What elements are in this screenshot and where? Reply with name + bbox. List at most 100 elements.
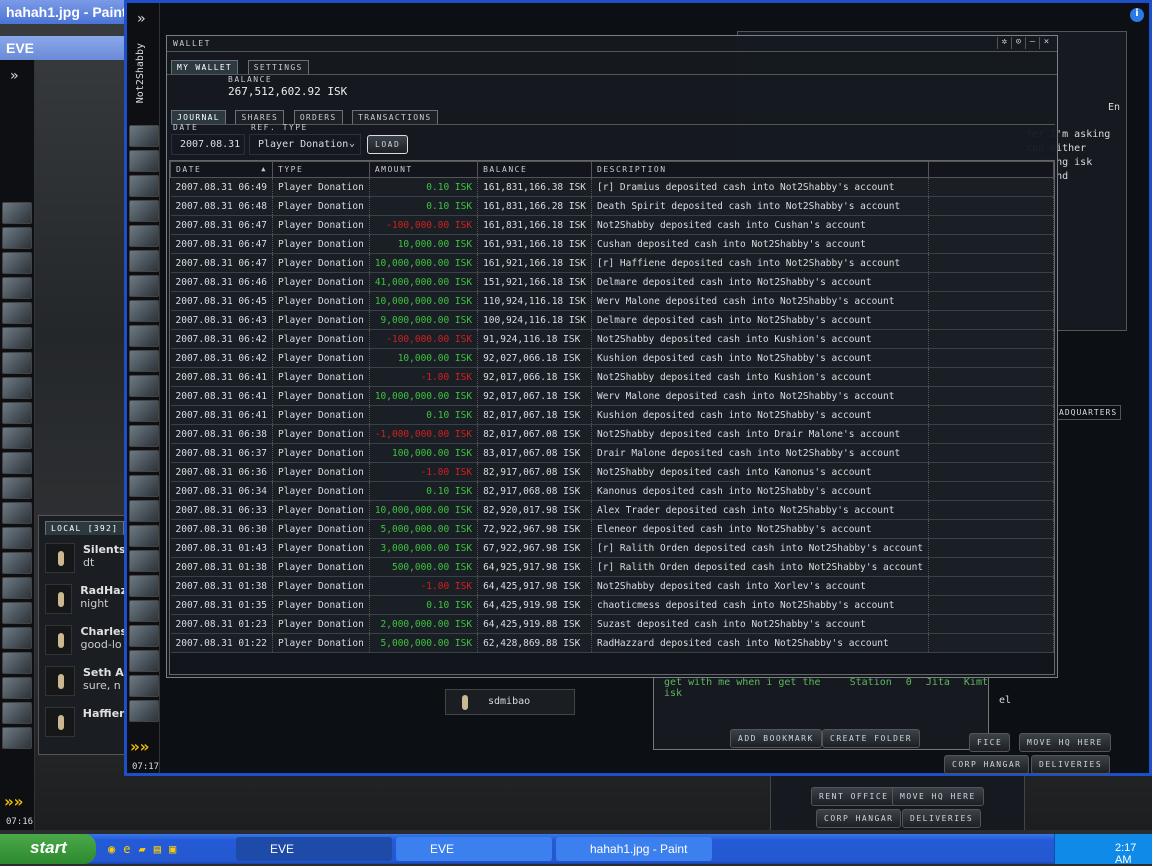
neocom-button-icon[interactable]	[129, 175, 159, 198]
date-input[interactable]: 2007.08.31	[171, 134, 245, 155]
neocom-button-icon[interactable]	[129, 275, 159, 298]
tab-shares[interactable]: SHARES	[235, 110, 285, 124]
neocom-button-icon[interactable]	[129, 325, 159, 348]
neocom-button-icon[interactable]	[129, 425, 159, 448]
expand-icon[interactable]: »	[0, 60, 34, 92]
neocom-button-icon[interactable]	[129, 625, 159, 648]
corp-hangar-button-back[interactable]: CORP HANGAR	[816, 809, 902, 828]
start-button[interactable]: start	[0, 834, 96, 864]
neocom-button-icon[interactable]	[129, 675, 159, 698]
chat-member-entry[interactable]: sdmibao	[445, 689, 575, 715]
table-row[interactable]: 2007.08.31 01:22 Player Donation 5,000,000…	[170, 633, 1054, 653]
neocom-button-icon[interactable]	[129, 500, 159, 523]
table-row[interactable]: 2007.08.31 06:47 Player Donation 10,000.00…	[170, 234, 1054, 254]
firefox-icon[interactable]: ◉	[108, 842, 115, 856]
table-row[interactable]: 2007.08.31 01:35 Player Donation 0.10 ISK 6…	[170, 595, 1054, 615]
table-row[interactable]: 2007.08.31 01:38 Player Donation -1.00 ISK…	[170, 576, 1054, 596]
neocom-button-icon[interactable]	[129, 350, 159, 373]
local-member[interactable]: Seth Asure, n	[45, 666, 127, 707]
neocom-button-icon[interactable]	[2, 702, 32, 724]
minimize-icon[interactable]: –	[1025, 37, 1039, 49]
table-row[interactable]: 2007.08.31 06:41 Player Donation 10,000,00…	[170, 386, 1054, 406]
pin-icon[interactable]: ✲	[997, 37, 1011, 49]
table-row[interactable]: 2007.08.31 06:41 Player Donation -1.00 ISK…	[170, 367, 1054, 387]
rent-office-button-partial[interactable]: FICE	[969, 733, 1011, 752]
neocom-button-icon[interactable]	[129, 450, 159, 473]
task-eve-2[interactable]: EVE	[396, 837, 552, 861]
neocom-button-icon[interactable]	[2, 502, 32, 524]
table-row[interactable]: 2007.08.31 06:42 Player Donation 10,000.00…	[170, 348, 1054, 368]
deliveries-button-back[interactable]: DELIVERIES	[902, 809, 982, 828]
neocom-button-icon[interactable]	[2, 377, 32, 399]
table-row[interactable]: 2007.08.31 06:45 Player Donation 10,000,00…	[170, 291, 1054, 311]
table-row[interactable]: 2007.08.31 06:33 Player Donation 10,000,00…	[170, 500, 1054, 520]
neocom-button-icon[interactable]	[129, 125, 159, 148]
neocom-button-icon[interactable]	[129, 400, 159, 423]
eve-back-window-title[interactable]: EVE	[0, 36, 125, 60]
neocom-button-icon[interactable]	[2, 677, 32, 699]
tab-orders[interactable]: ORDERS	[293, 110, 343, 124]
ref-type-select[interactable]: Player Donation ⌄	[249, 134, 361, 155]
table-row[interactable]: 2007.08.31 01:43 Player Donation 3,000,000…	[170, 538, 1054, 558]
info-icon[interactable]: i	[1130, 8, 1144, 22]
neocom-button-icon[interactable]	[2, 452, 32, 474]
create-folder-button[interactable]: CREATE FOLDER	[822, 729, 921, 748]
neocom-button-icon[interactable]	[129, 200, 159, 223]
neocom-button-icon[interactable]	[2, 577, 32, 599]
paint-window-title[interactable]: hahah1.jpg - Paint	[0, 0, 125, 24]
table-row[interactable]: 2007.08.31 06:48 Player Donation 0.10 ISK 1…	[170, 196, 1054, 216]
folder-icon[interactable]: ▰	[138, 842, 145, 856]
neocom-button-icon[interactable]	[2, 477, 32, 499]
eve-icon[interactable]: ▣	[169, 842, 176, 856]
neocom-button-icon[interactable]	[2, 602, 32, 624]
neocom-button-icon[interactable]	[2, 227, 32, 249]
neocom-button-icon[interactable]	[2, 302, 32, 324]
notepad-icon[interactable]: ▤	[154, 842, 161, 856]
table-row[interactable]: 2007.08.31 06:49 Player Donation 0.10 ISK 1…	[170, 177, 1054, 197]
local-member[interactable]: Haffien	[45, 707, 127, 748]
settings-icon[interactable]: ⊙	[1011, 37, 1025, 49]
column-header-amount[interactable]: AMOUNT	[368, 161, 479, 178]
neocom-button-icon[interactable]	[2, 252, 32, 274]
local-member[interactable]: Silents dt	[45, 543, 127, 584]
column-header-description[interactable]: DESCRIPTION	[591, 161, 930, 178]
corp-hangar-button[interactable]: CORP HANGAR	[944, 755, 1030, 774]
load-button[interactable]: LOAD	[367, 135, 409, 154]
table-row[interactable]: 2007.08.31 06:47 Player Donation 10,000,00…	[170, 253, 1054, 273]
neocom-button-icon[interactable]	[2, 277, 32, 299]
neocom-button-icon[interactable]	[129, 250, 159, 273]
task-eve-1[interactable]: EVE	[236, 837, 392, 861]
local-member[interactable]: Charles good-lo	[45, 625, 127, 666]
tab-local[interactable]: LOCAL [392]	[45, 521, 125, 535]
neocom-button-icon[interactable]	[129, 375, 159, 398]
headquarters-tab[interactable]: ADQUARTERS	[1055, 405, 1122, 420]
tab-journal[interactable]: JOURNAL	[171, 110, 226, 124]
column-header-balance[interactable]: BALANCE	[477, 161, 593, 178]
table-row[interactable]: 2007.08.31 06:34 Player Donation 0.10 ISK 8…	[170, 481, 1054, 501]
neocom-button-icon[interactable]	[2, 652, 32, 674]
deliveries-button[interactable]: DELIVERIES	[1031, 755, 1111, 774]
bookmark-row[interactable]: get with me when i get the isk Station 0 Ji…	[664, 677, 988, 699]
neocom-button-icon[interactable]	[2, 327, 32, 349]
table-row[interactable]: 2007.08.31 06:37 Player Donation 100,000.0…	[170, 443, 1054, 463]
table-row[interactable]: 2007.08.31 06:38 Player Donation -1,000,00…	[170, 424, 1054, 444]
neocom-button-icon[interactable]	[129, 475, 159, 498]
neocom-button-icon[interactable]	[129, 650, 159, 673]
ie-icon[interactable]: e	[123, 842, 130, 856]
table-row[interactable]: 2007.08.31 06:46 Player Donation 41,000,00…	[170, 272, 1054, 292]
task-paint[interactable]: hahah1.jpg - Paint	[556, 837, 712, 861]
table-row[interactable]: 2007.08.31 01:38 Player Donation 500,000.0…	[170, 557, 1054, 577]
table-row[interactable]: 2007.08.31 06:43 Player Donation 9,000,000…	[170, 310, 1054, 330]
neocom-button-icon[interactable]	[129, 225, 159, 248]
local-member[interactable]: RadHaz night	[45, 584, 127, 625]
table-row[interactable]: 2007.08.31 06:41 Player Donation 0.10 ISK 8…	[170, 405, 1054, 425]
tab-transactions[interactable]: TRANSACTIONS	[352, 110, 438, 124]
move-hq-button-back[interactable]: MOVE HQ HERE	[892, 787, 984, 806]
add-bookmark-button[interactable]: ADD BOOKMARK	[730, 729, 822, 748]
neocom-button-icon[interactable]	[129, 550, 159, 573]
neocom-button-icon[interactable]	[129, 575, 159, 598]
neocom-button-icon[interactable]	[2, 427, 32, 449]
chevrons-icon[interactable]: »»	[4, 792, 23, 811]
column-header-type[interactable]: TYPE	[272, 161, 370, 178]
table-row[interactable]: 2007.08.31 06:42 Player Donation -100,000.…	[170, 329, 1054, 349]
